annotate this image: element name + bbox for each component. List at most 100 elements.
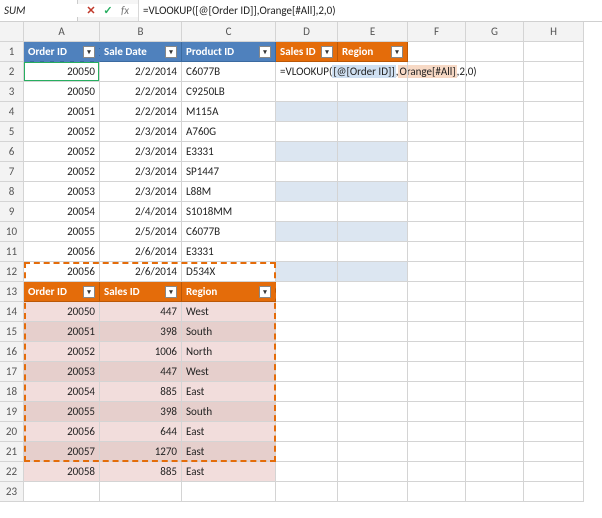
empty-cell[interactable] bbox=[524, 242, 584, 262]
cell2-sid[interactable]: 885 bbox=[100, 462, 182, 482]
cell2-sid[interactable]: 1270 bbox=[100, 442, 182, 462]
cell2-oid[interactable]: 20056 bbox=[24, 422, 100, 442]
cell-region[interactable] bbox=[338, 122, 408, 142]
empty-cell[interactable] bbox=[524, 362, 584, 382]
cell-date[interactable]: 2/3/2014 bbox=[100, 162, 182, 182]
empty-cell[interactable] bbox=[466, 182, 524, 202]
empty-cell[interactable] bbox=[466, 122, 524, 142]
empty-cell[interactable] bbox=[466, 342, 524, 362]
empty-cell[interactable] bbox=[276, 322, 338, 342]
cell2-sid[interactable]: 885 bbox=[100, 382, 182, 402]
row-header-10[interactable]: 10 bbox=[0, 222, 24, 242]
row-header-15[interactable]: 15 bbox=[0, 322, 24, 342]
empty-cell[interactable] bbox=[338, 382, 408, 402]
empty-cell[interactable] bbox=[408, 62, 466, 82]
cell-region[interactable] bbox=[338, 162, 408, 182]
empty-cell[interactable] bbox=[524, 122, 584, 142]
filter-dropdown-icon[interactable]: ▾ bbox=[259, 286, 271, 298]
empty-cell[interactable] bbox=[338, 482, 408, 502]
row-header-18[interactable]: 18 bbox=[0, 382, 24, 402]
empty-cell[interactable] bbox=[408, 462, 466, 482]
cell-pid[interactable]: S1018MM bbox=[182, 202, 276, 222]
cell-sid[interactable] bbox=[276, 222, 338, 242]
row-header-4[interactable]: 4 bbox=[0, 102, 24, 122]
cell-date[interactable]: 2/6/2014 bbox=[100, 262, 182, 282]
cell2-oid[interactable]: 20050 bbox=[24, 302, 100, 322]
cell-region[interactable] bbox=[338, 202, 408, 222]
empty-cell[interactable] bbox=[524, 302, 584, 322]
row-header-8[interactable]: 8 bbox=[0, 182, 24, 202]
cell-region[interactable] bbox=[338, 82, 408, 102]
empty-cell[interactable] bbox=[408, 142, 466, 162]
empty-cell[interactable] bbox=[408, 322, 466, 342]
filter-dropdown-icon[interactable]: ▾ bbox=[83, 46, 95, 58]
cell-oid[interactable]: 20052 bbox=[24, 162, 100, 182]
filter-dropdown-icon[interactable]: ▾ bbox=[165, 286, 177, 298]
cell-date[interactable]: 2/5/2014 bbox=[100, 222, 182, 242]
empty-cell[interactable] bbox=[338, 442, 408, 462]
empty-cell[interactable] bbox=[524, 282, 584, 302]
cell-pid[interactable]: C6077B bbox=[182, 222, 276, 242]
empty-cell[interactable] bbox=[408, 442, 466, 462]
filter-dropdown-icon[interactable]: ▾ bbox=[391, 46, 403, 58]
col-header-F[interactable]: F bbox=[408, 22, 466, 42]
cell2-sid[interactable]: 447 bbox=[100, 302, 182, 322]
cell2-oid[interactable]: 20051 bbox=[24, 322, 100, 342]
empty-cell[interactable] bbox=[466, 462, 524, 482]
empty-cell[interactable] bbox=[524, 62, 584, 82]
empty-cell[interactable] bbox=[466, 82, 524, 102]
col-header-A[interactable]: A bbox=[24, 22, 100, 42]
empty-cell[interactable] bbox=[338, 342, 408, 362]
cell2-reg[interactable]: North bbox=[182, 342, 276, 362]
empty-cell[interactable] bbox=[338, 462, 408, 482]
cell2-sid[interactable]: 644 bbox=[100, 422, 182, 442]
empty-cell[interactable] bbox=[466, 322, 524, 342]
cell2-reg[interactable]: East bbox=[182, 382, 276, 402]
cell-date[interactable]: 2/2/2014 bbox=[100, 102, 182, 122]
empty-cell[interactable] bbox=[408, 482, 466, 502]
col-header-C[interactable]: C bbox=[182, 22, 276, 42]
empty-cell[interactable] bbox=[466, 302, 524, 322]
cell-oid[interactable]: 20053 bbox=[24, 182, 100, 202]
empty-cell[interactable] bbox=[276, 362, 338, 382]
filter-dropdown-icon[interactable]: ▾ bbox=[321, 46, 333, 58]
cell2-reg[interactable]: South bbox=[182, 322, 276, 342]
cell-sid[interactable] bbox=[276, 202, 338, 222]
empty-cell[interactable] bbox=[466, 262, 524, 282]
row-header-21[interactable]: 21 bbox=[0, 442, 24, 462]
filter-dropdown-icon[interactable]: ▾ bbox=[165, 46, 177, 58]
cell-date[interactable]: 2/3/2014 bbox=[100, 142, 182, 162]
row-header-11[interactable]: 11 bbox=[0, 242, 24, 262]
empty-cell[interactable] bbox=[276, 382, 338, 402]
cell-oid[interactable]: 20055 bbox=[24, 222, 100, 242]
cell-sid[interactable] bbox=[276, 142, 338, 162]
cell2-oid[interactable]: 20054 bbox=[24, 382, 100, 402]
cell-region[interactable] bbox=[338, 62, 408, 82]
empty-cell[interactable] bbox=[466, 62, 524, 82]
cell-oid[interactable]: 20052 bbox=[24, 142, 100, 162]
row-header-20[interactable]: 20 bbox=[0, 422, 24, 442]
empty-cell[interactable] bbox=[408, 162, 466, 182]
empty-cell[interactable] bbox=[276, 482, 338, 502]
empty-cell[interactable] bbox=[466, 282, 524, 302]
filter-dropdown-icon[interactable]: ▾ bbox=[259, 46, 271, 58]
empty-cell[interactable] bbox=[338, 302, 408, 322]
worksheet-grid[interactable]: ABCDEFGH1Order ID▾Sale Date▾Product ID▾S… bbox=[0, 22, 602, 502]
filter-dropdown-icon[interactable]: ▾ bbox=[83, 286, 95, 298]
empty-cell[interactable] bbox=[524, 262, 584, 282]
cell2-oid[interactable]: 20052 bbox=[24, 342, 100, 362]
empty-cell[interactable] bbox=[466, 102, 524, 122]
empty-cell[interactable] bbox=[466, 482, 524, 502]
empty-cell[interactable] bbox=[466, 202, 524, 222]
empty-cell[interactable] bbox=[100, 482, 182, 502]
cell-pid[interactable]: E3331 bbox=[182, 142, 276, 162]
empty-cell[interactable] bbox=[524, 322, 584, 342]
empty-cell[interactable] bbox=[408, 282, 466, 302]
empty-cell[interactable] bbox=[524, 482, 584, 502]
empty-cell[interactable] bbox=[466, 162, 524, 182]
cell-oid[interactable]: 20054 bbox=[24, 202, 100, 222]
empty-cell[interactable] bbox=[524, 382, 584, 402]
empty-cell[interactable] bbox=[338, 322, 408, 342]
cell-pid[interactable]: E3331 bbox=[182, 242, 276, 262]
col-header-E[interactable]: E bbox=[338, 22, 408, 42]
